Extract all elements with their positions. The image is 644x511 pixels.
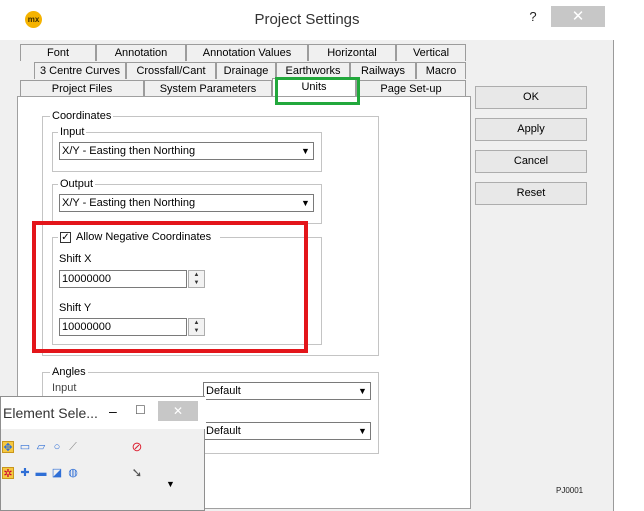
- cancel-button[interactable]: Cancel: [475, 150, 587, 173]
- move-icon[interactable]: ✥: [2, 441, 14, 454]
- coordinates-input-value: X/Y - Easting then Northing: [62, 145, 196, 157]
- highlight-red-box: [32, 221, 308, 353]
- tab-annotation-values[interactable]: Annotation Values: [186, 44, 308, 61]
- pointer-icon[interactable]: ➘: [129, 466, 145, 483]
- parallelogram-icon[interactable]: ▱: [35, 441, 47, 453]
- coordinates-output-select[interactable]: X/Y - Easting then Northing ▼: [59, 194, 314, 212]
- chevron-down-icon[interactable]: ▼: [355, 423, 370, 439]
- help-button[interactable]: ?: [518, 8, 548, 26]
- reset-button[interactable]: Reset: [475, 182, 587, 205]
- subtract-icon[interactable]: ▬: [35, 467, 47, 479]
- tab-macro[interactable]: Macro: [416, 62, 466, 79]
- globe-icon[interactable]: ◍: [67, 467, 79, 479]
- invert-icon[interactable]: ◪: [51, 467, 63, 479]
- coordinates-output-value: X/Y - Easting then Northing: [62, 197, 196, 209]
- tab-annotation[interactable]: Annotation: [96, 44, 186, 61]
- tab-drainage[interactable]: Drainage: [216, 62, 276, 79]
- angles-input-label: Input: [52, 382, 77, 394]
- tab-crossfall-cant[interactable]: Crossfall/Cant: [126, 62, 216, 79]
- apply-button[interactable]: Apply: [475, 118, 587, 141]
- palette-minimize-button[interactable]: –: [109, 403, 117, 419]
- select-all-icon[interactable]: ✲: [2, 467, 14, 480]
- highlight-green-box: [275, 77, 360, 105]
- chevron-down-icon[interactable]: ▼: [298, 195, 313, 211]
- line-icon[interactable]: ⟋: [67, 441, 79, 453]
- add-icon[interactable]: ✚: [19, 467, 31, 479]
- chevron-down-icon[interactable]: ▼: [355, 383, 370, 399]
- coordinates-input-label: Input: [58, 126, 87, 138]
- no-selection-icon[interactable]: ⊘: [129, 440, 145, 457]
- tab-3-centre-curves[interactable]: 3 Centre Curves: [34, 62, 126, 79]
- palette-title-bar[interactable]: Element Sele... – ☐ ✕: [1, 397, 206, 429]
- angles-output-value: Default: [206, 425, 241, 437]
- tab-font[interactable]: Font: [20, 44, 96, 61]
- tab-horizontal[interactable]: Horizontal: [308, 44, 396, 61]
- palette-title: Element Sele...: [3, 405, 98, 421]
- coordinates-input-select[interactable]: X/Y - Easting then Northing ▼: [59, 142, 314, 160]
- chevron-down-icon[interactable]: ▼: [298, 143, 313, 159]
- tab-page-set-up[interactable]: Page Set-up: [356, 80, 466, 97]
- angles-input-value: Default: [206, 385, 241, 397]
- coordinates-output-label: Output: [58, 178, 96, 190]
- rectangle-icon[interactable]: ▭: [19, 441, 31, 453]
- chevron-down-icon[interactable]: ▼: [166, 479, 175, 489]
- coordinates-label: Coordinates: [50, 110, 114, 122]
- close-button[interactable]: ✕: [551, 6, 605, 27]
- palette-maximize-button[interactable]: ☐: [135, 403, 146, 417]
- tab-system-parameters[interactable]: System Parameters: [144, 80, 272, 97]
- angles-label: Angles: [50, 366, 88, 378]
- palette-close-button[interactable]: ✕: [158, 401, 198, 421]
- tab-vertical[interactable]: Vertical: [396, 44, 466, 61]
- angles-output-select[interactable]: Default ▼: [203, 422, 371, 440]
- element-selection-palette: Element Sele... – ☐ ✕ ✥ ▭ ▱ ○ ⟋ ⊘ ✲ ✚ ▬ …: [0, 396, 206, 511]
- title-bar: mx Project Settings ? ✕: [0, 0, 614, 40]
- circle-icon[interactable]: ○: [51, 441, 63, 453]
- ok-button[interactable]: OK: [475, 86, 587, 109]
- page-code: PJ0001: [556, 486, 584, 495]
- tab-project-files[interactable]: Project Files: [20, 80, 144, 97]
- angles-input-select[interactable]: Default ▼: [203, 382, 371, 400]
